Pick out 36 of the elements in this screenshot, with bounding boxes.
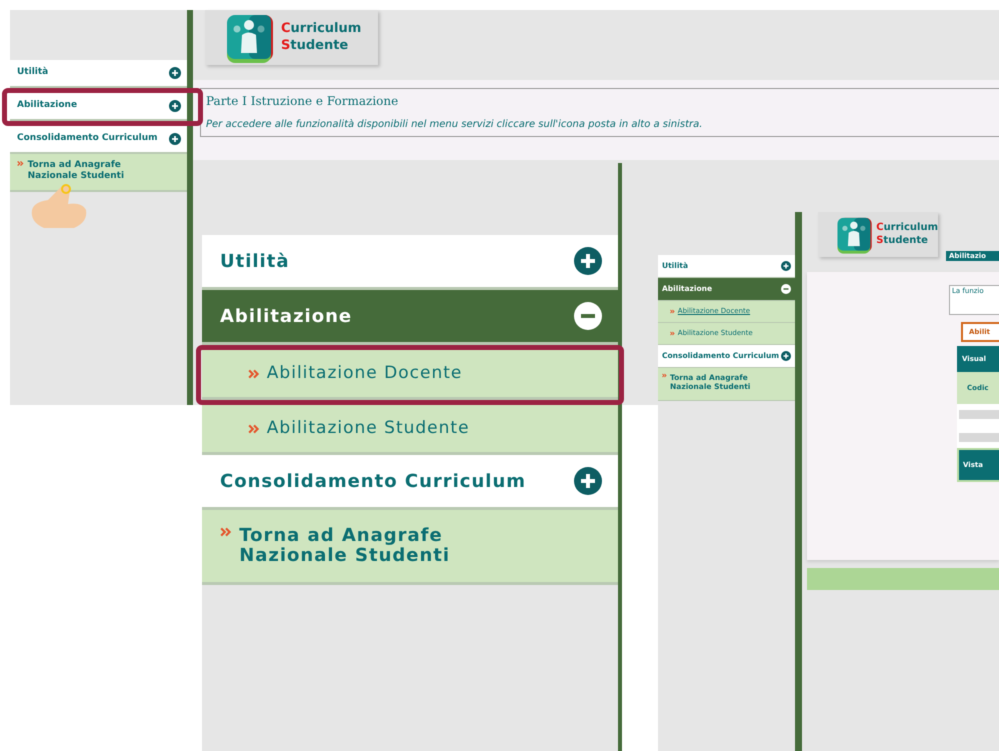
back-link[interactable]: Torna ad Anagrafe Nazionale Studenti <box>10 154 187 192</box>
page-title: Parte I Istruzione e Formazione <box>206 93 400 110</box>
plus-circle-icon[interactable] <box>781 261 791 271</box>
people-logo-icon <box>836 216 874 254</box>
placeholder-bar <box>959 410 999 419</box>
submenu-item[interactable]: Abilitazione Docente <box>202 350 618 400</box>
plus-circle-icon[interactable] <box>169 133 181 145</box>
menu-section[interactable]: Utilità <box>10 60 187 88</box>
minus-circle-icon[interactable] <box>781 284 791 294</box>
minus-circle-icon[interactable] <box>574 302 602 330</box>
double-chevron-icon <box>17 160 24 167</box>
menu-section[interactable]: Abilitazione <box>202 290 618 345</box>
double-chevron-icon <box>662 373 667 378</box>
notice-text: Per accedere alle funzionalità disponibili nel menu servizi cliccare sull'icona posta in alto a sinistra. <box>206 118 704 132</box>
plus-circle-icon[interactable] <box>574 467 602 495</box>
double-chevron-icon <box>670 331 675 336</box>
plus-circle-icon[interactable] <box>169 100 181 112</box>
double-chevron-icon <box>248 368 260 380</box>
plus-circle-icon[interactable] <box>781 351 791 361</box>
placeholder-bar <box>959 433 999 442</box>
back-link[interactable]: Torna ad Anagrafe Nazionale Studenti <box>202 510 618 585</box>
double-chevron-icon <box>670 309 675 314</box>
double-chevron-icon <box>220 526 232 538</box>
logo-text: Studente <box>281 38 350 54</box>
menu-section[interactable]: Abilitazione <box>10 93 187 121</box>
logo-text: Studente <box>876 234 929 247</box>
menu-section[interactable]: Consolidamento Curriculum <box>10 126 187 154</box>
people-logo-icon <box>225 12 275 62</box>
submenu-item[interactable]: Abilitazione Studente <box>202 405 618 455</box>
plus-circle-icon[interactable] <box>169 67 181 79</box>
logo-text: Curriculum <box>281 21 362 38</box>
logo-text: Curriculum <box>876 222 938 234</box>
menu-section[interactable]: Utilità <box>202 235 618 290</box>
plus-circle-icon[interactable] <box>574 247 602 275</box>
menu-section[interactable]: Consolidamento Curriculum <box>202 455 618 510</box>
double-chevron-icon <box>248 422 260 434</box>
